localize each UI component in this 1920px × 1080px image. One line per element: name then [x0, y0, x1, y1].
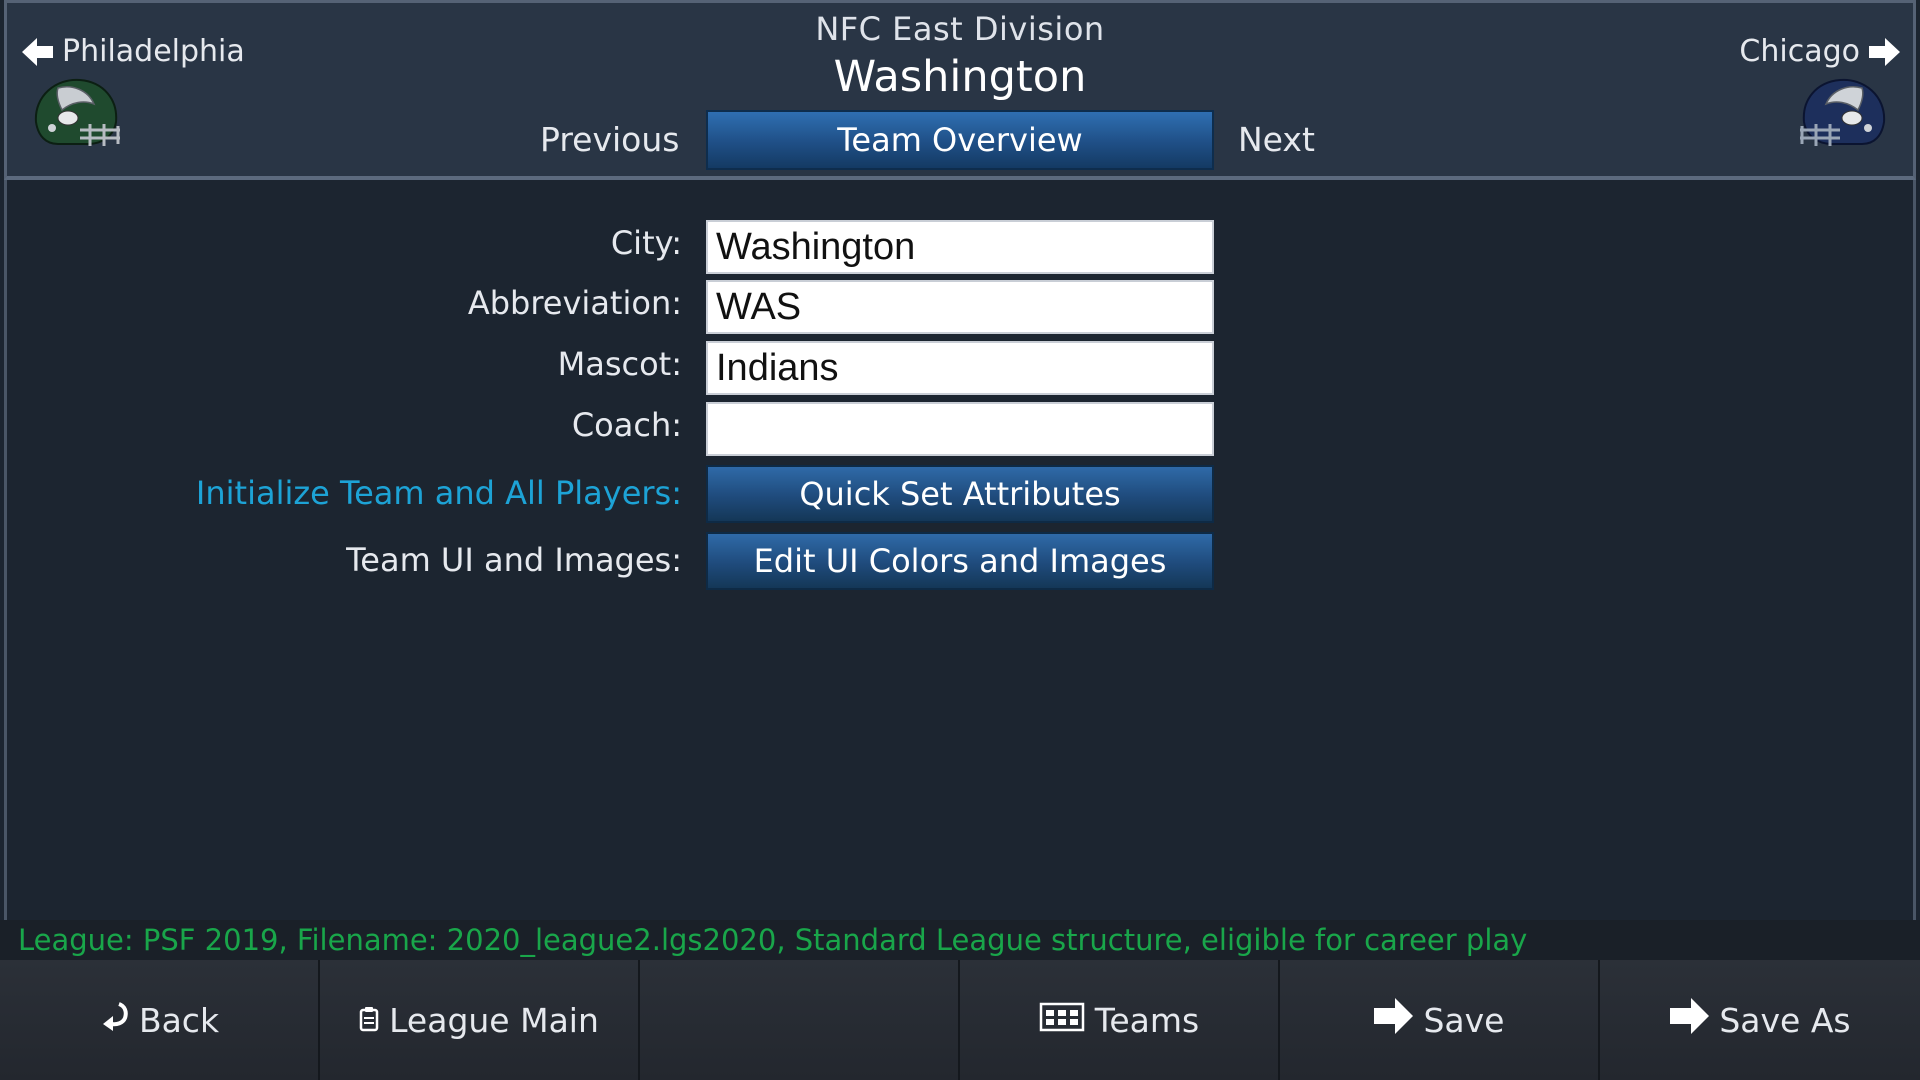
- quick-set-attributes-button[interactable]: Quick Set Attributes: [706, 465, 1214, 523]
- league-main-label: League Main: [389, 1000, 599, 1040]
- edit-ui-colors-button[interactable]: Edit UI Colors and Images: [706, 532, 1214, 590]
- back-label: Back: [138, 1000, 220, 1040]
- save-as-button[interactable]: Save As: [1600, 960, 1920, 1080]
- teams-label: Teams: [1094, 1000, 1200, 1040]
- teams-button[interactable]: Teams: [960, 960, 1280, 1080]
- save-button[interactable]: Save: [1280, 960, 1600, 1080]
- footer-empty-slot: [640, 960, 960, 1080]
- tab-previous[interactable]: Previous: [540, 120, 679, 159]
- back-button[interactable]: Back: [0, 960, 320, 1080]
- team-ui-images-label: Team UI and Images:: [346, 541, 682, 579]
- division-title: NFC East Division: [815, 10, 1105, 48]
- league-main-button[interactable]: League Main: [320, 960, 640, 1080]
- city-field[interactable]: [706, 220, 1214, 274]
- mascot-label: Mascot:: [557, 345, 682, 383]
- coach-field[interactable]: [706, 402, 1214, 456]
- clipboard-icon: [359, 1001, 379, 1040]
- league-status-text: League: PSF 2019, Filename: 2020_league2…: [0, 920, 1920, 960]
- city-label: City:: [610, 224, 682, 262]
- footer-toolbar: Back League Main Teams Save Save As: [0, 960, 1920, 1080]
- coach-label: Coach:: [571, 406, 682, 444]
- abbreviation-label: Abbreviation:: [467, 284, 682, 322]
- team-name-title: Washington: [833, 52, 1087, 102]
- teams-icon: [1039, 1001, 1085, 1040]
- back-arrow-icon: [99, 1000, 129, 1040]
- abbreviation-field[interactable]: [706, 280, 1214, 334]
- save-arrow-icon: [1373, 997, 1414, 1043]
- save-as-label: Save As: [1719, 1000, 1851, 1040]
- initialize-team-label: Initialize Team and All Players:: [195, 474, 682, 512]
- tab-next[interactable]: Next: [1238, 120, 1315, 159]
- tab-team-overview[interactable]: Team Overview: [706, 110, 1214, 170]
- save-label: Save: [1423, 1000, 1505, 1040]
- save-as-arrow-icon: [1669, 997, 1710, 1043]
- mascot-field[interactable]: [706, 341, 1214, 395]
